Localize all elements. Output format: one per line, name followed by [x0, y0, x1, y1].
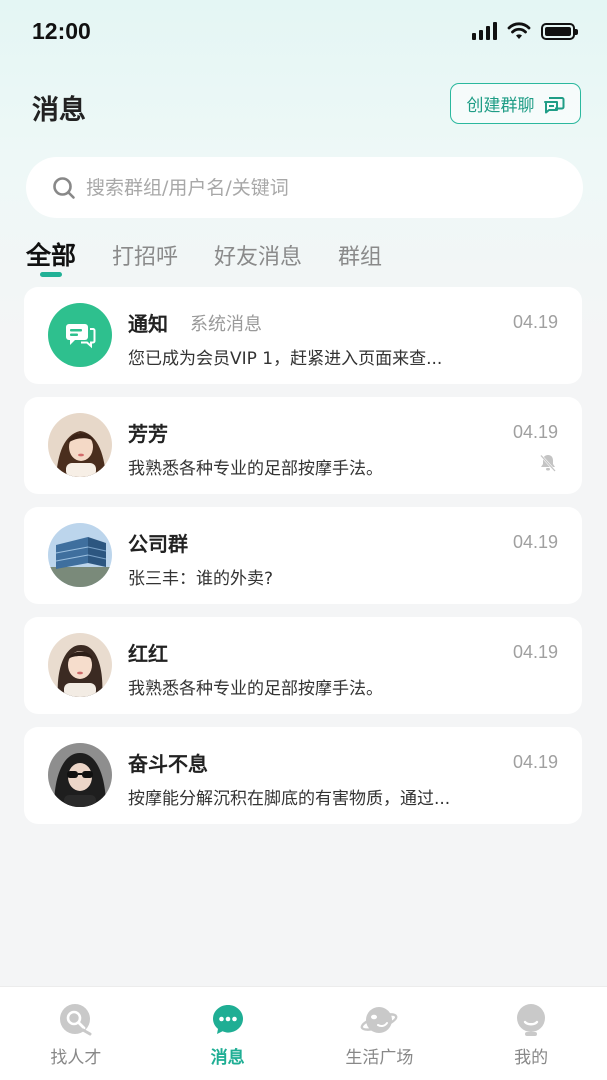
- message-item-company-group[interactable]: 公司群 张三丰：谁的外卖? 04.19: [24, 507, 582, 604]
- message-sender-name: 公司群: [128, 532, 188, 556]
- page-title: 消息: [32, 95, 86, 126]
- message-tabs: 全部 打招呼 好友消息 群组: [26, 236, 418, 280]
- message-preview: 张三丰：谁的外卖?: [128, 569, 274, 589]
- message-preview: 我熟悉各种专业的足部按摩手法。: [128, 459, 383, 479]
- status-time: 12:00: [32, 18, 91, 44]
- search-bar[interactable]: [26, 157, 583, 218]
- message-item-fendou[interactable]: 奋斗不息 按摩能分解沉积在脚底的有害物质，通过... 04.19: [24, 727, 582, 824]
- nav-messages[interactable]: 消息: [152, 987, 304, 1080]
- tab-groups[interactable]: 群组: [338, 239, 382, 280]
- nav-mine-label: 我的: [514, 1048, 549, 1068]
- nav-mine[interactable]: 我的: [455, 987, 607, 1080]
- status-icons: [472, 22, 578, 40]
- user-avatar: [48, 633, 112, 697]
- tab-friend-messages-label: 好友消息: [214, 245, 303, 270]
- search-icon: [53, 176, 75, 199]
- tab-all-label: 全部: [26, 241, 77, 270]
- message-time: 04.19: [512, 422, 558, 442]
- notification-avatar: [48, 303, 112, 367]
- group-photo-icon: [48, 523, 112, 587]
- planet-icon: [360, 1007, 398, 1033]
- tab-friend-messages[interactable]: 好友消息: [214, 239, 302, 280]
- tab-greetings-label: 打招呼: [112, 245, 179, 270]
- user-avatar: [48, 413, 112, 477]
- message-time: 04.19: [512, 312, 558, 332]
- message-sender-name: 奋斗不息: [128, 752, 208, 776]
- battery-icon: [541, 22, 578, 40]
- status-bar: 12:00: [0, 0, 607, 64]
- message-list: 通知 系统消息 您已成为会员VIP 1，赶紧进入页面来查... 04.19 芳芳…: [24, 287, 582, 837]
- chat-bubble-icon: [212, 1005, 243, 1034]
- message-preview: 按摩能分解沉积在脚底的有害物质，通过...: [128, 789, 451, 809]
- message-time: 04.19: [512, 752, 558, 772]
- user-photo-icon: [48, 743, 112, 807]
- nav-messages-label: 消息: [210, 1048, 245, 1068]
- group-avatar: [48, 523, 112, 587]
- create-group-button[interactable]: 创建群聊: [450, 83, 581, 124]
- active-tab-indicator: [40, 272, 62, 277]
- cellular-signal-icon: [472, 22, 497, 40]
- message-item-honghong[interactable]: 红红 我熟悉各种专业的足部按摩手法。 04.19: [24, 617, 582, 714]
- create-group-label: 创建群聊: [466, 96, 535, 116]
- header: 消息 创建群聊: [0, 70, 607, 140]
- message-sender-name: 通知: [128, 312, 168, 336]
- message-preview: 您已成为会员VIP 1，赶紧进入页面来查...: [128, 349, 443, 369]
- user-photo-icon: [48, 633, 112, 697]
- search-input[interactable]: [86, 176, 526, 199]
- search-talent-icon: [59, 1004, 92, 1036]
- tab-greetings[interactable]: 打招呼: [112, 239, 178, 280]
- user-avatar: [48, 743, 112, 807]
- wifi-icon: [507, 22, 531, 39]
- message-time: 04.19: [512, 532, 558, 552]
- create-group-icon: [543, 96, 564, 113]
- message-item-fangfang[interactable]: 芳芳 我熟悉各种专业的足部按摩手法。 04.19: [24, 397, 582, 494]
- nav-life-square[interactable]: 生活广场: [304, 987, 456, 1080]
- mute-bell-icon: [540, 454, 556, 472]
- message-sender-subtitle: 系统消息: [190, 314, 262, 335]
- user-photo-icon: [48, 413, 112, 477]
- tab-groups-label: 群组: [338, 245, 383, 270]
- message-sender-name: 芳芳: [128, 422, 168, 446]
- nav-find-talent-label: 找人才: [50, 1048, 102, 1068]
- nav-life-square-label: 生活广场: [345, 1048, 414, 1068]
- notification-icon: [66, 324, 96, 349]
- bottom-nav: 找人才 消息 生活广场 我的: [0, 986, 607, 1080]
- nav-find-talent[interactable]: 找人才: [0, 987, 152, 1080]
- tab-all[interactable]: 全部: [26, 236, 76, 280]
- message-preview: 我熟悉各种专业的足部按摩手法。: [128, 679, 383, 699]
- message-sender-name: 红红: [128, 642, 168, 666]
- message-time: 04.19: [512, 642, 558, 662]
- profile-icon: [517, 1004, 546, 1036]
- message-item-notification[interactable]: 通知 系统消息 您已成为会员VIP 1，赶紧进入页面来查... 04.19: [24, 287, 582, 384]
